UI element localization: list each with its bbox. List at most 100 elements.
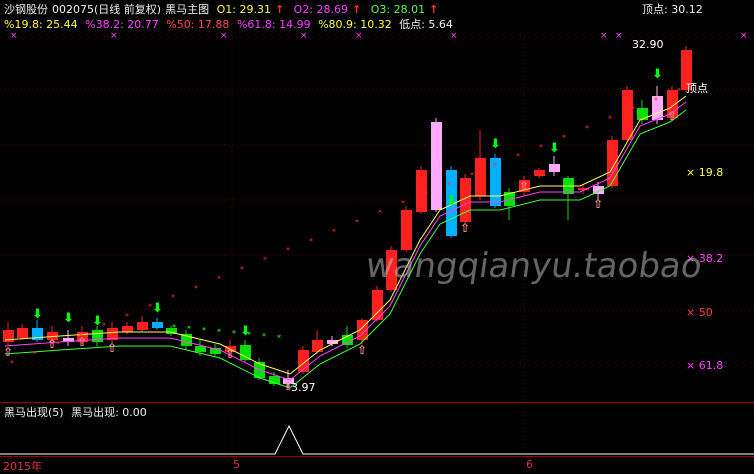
dot-marker: * <box>539 143 543 152</box>
down-arrow-icon: ⬇ <box>549 141 560 156</box>
fib-61-value: %61.8: 14.99 <box>236 18 311 31</box>
candle-body <box>152 322 163 328</box>
date-axis[interactable]: 2015年 5 6 <box>0 456 754 474</box>
candle-body <box>475 158 486 196</box>
dot-marker: * <box>172 323 176 332</box>
high-price-label: 32.90 <box>632 38 664 51</box>
up-arrow-icon: ⇧ <box>357 343 367 357</box>
down-arrow-icon: ⬇ <box>92 314 103 329</box>
candle-body <box>312 340 323 352</box>
fib-levels-row: %19.8: 25.44 %38.2: 20.77 %50: 17.88 %61… <box>4 17 457 33</box>
candle-body <box>637 108 648 120</box>
up-arrow-icon: ↑ <box>429 3 439 16</box>
low-price-label: 3.97 <box>291 381 316 394</box>
dot-marker: * <box>125 312 129 321</box>
signal-line <box>0 424 754 455</box>
up-arrow-icon: ↑ <box>352 3 362 16</box>
dot-marker: * <box>10 359 14 368</box>
down-arrow-icon: ⬇ <box>490 137 501 152</box>
dot-marker: * <box>194 284 198 293</box>
dot-marker: * <box>378 209 382 218</box>
dot-marker: * <box>493 162 497 171</box>
up-arrow-icon: ⇧ <box>593 197 603 211</box>
down-arrow-icon: ⬇ <box>63 311 74 326</box>
candle-body <box>622 90 633 140</box>
up-arrow-icon: ⇧ <box>667 109 677 123</box>
dot-marker: * <box>240 265 244 274</box>
fib-19-value: %19.8: 25.44 <box>4 18 78 31</box>
up-arrow-icon: ⇧ <box>107 341 117 355</box>
sub-panel-title[interactable]: 黑马出现(5) <box>4 405 64 421</box>
dot-marker: * <box>608 115 612 124</box>
down-arrow-icon: ⬇ <box>152 301 163 316</box>
dot-marker: * <box>277 334 281 343</box>
down-arrow-icon: ⬇ <box>652 67 663 82</box>
peak-label: 顶点 <box>686 82 708 95</box>
dot-marker: * <box>286 246 290 255</box>
up-arrow-icon: ⇧ <box>460 221 470 235</box>
peak-value-top: 顶点: 30.12 <box>642 3 703 16</box>
candle-body <box>534 170 545 176</box>
level-19-label: ⨯ 19.8 <box>686 166 724 179</box>
down-arrow-icon: ⬇ <box>240 324 251 339</box>
candle-body <box>401 210 412 250</box>
dot-marker: * <box>217 328 221 337</box>
panel-divider <box>0 402 754 403</box>
cross-marker: × <box>600 31 608 41</box>
dot-marker: * <box>470 171 474 180</box>
o1-value: O1: 29.31 <box>216 3 271 16</box>
candle-body <box>195 346 206 352</box>
low-value: 低点: 5.64 <box>399 18 453 31</box>
fib-80-value: %80.9: 10.32 <box>318 18 392 31</box>
candle-body <box>137 322 148 330</box>
dot-marker: * <box>262 332 266 341</box>
dot-marker: * <box>355 218 359 227</box>
candle-body <box>240 345 251 360</box>
stock-code: 002075 <box>52 3 94 16</box>
dot-marker: * <box>33 350 37 359</box>
dot-marker: * <box>171 293 175 302</box>
indicator-name[interactable]: 黑马主图 <box>165 2 209 18</box>
up-arrow-icon: ⇧ <box>225 347 235 361</box>
watermark-text: wangqianyu.taobao <box>363 246 705 286</box>
chart-header: 沙钢股份 002075(日线 前复权) 黑马主图 O1: 29.31 ↑ O2: 28… <box>4 2 438 18</box>
up-arrow-icon: ⇧ <box>3 345 13 359</box>
axis-month-6: 6 <box>526 458 533 471</box>
dot-marker: * <box>654 96 658 105</box>
price-mode: (日线 前复权) <box>94 3 162 16</box>
dot-marker: * <box>677 86 681 95</box>
dot-marker: * <box>332 227 336 236</box>
fib-50-value: %50: 17.88 <box>166 18 230 31</box>
up-arrow-icon: ⇧ <box>77 335 87 349</box>
fib-38-value: %38.2: 20.77 <box>85 18 159 31</box>
o3-value: O3: 28.01 <box>370 3 426 16</box>
dot-marker: * <box>562 133 566 142</box>
dot-marker: * <box>263 256 267 265</box>
dot-marker: * <box>309 237 313 246</box>
dot-marker: * <box>217 274 221 283</box>
level-61-label: ⨯ 61.8 <box>686 359 724 372</box>
dot-marker: * <box>401 199 405 208</box>
candle-body <box>372 290 383 320</box>
up-arrow-icon: ↑ <box>274 3 285 16</box>
dot-marker: * <box>232 329 236 338</box>
sub-panel-header: 黑马出现(5) 黑马出现: 0.00 <box>4 405 151 421</box>
level-50-label: ⨯ 50 <box>686 306 713 319</box>
cross-marker: × <box>740 31 748 41</box>
dot-marker: * <box>424 190 428 199</box>
down-arrow-icon: ⬇ <box>446 194 457 209</box>
candle-body <box>17 328 28 338</box>
dot-marker: * <box>202 326 206 335</box>
down-arrow-icon: ⬇ <box>32 307 43 322</box>
candle-body <box>431 122 442 210</box>
sub-panel-value: 黑马出现: 0.00 <box>71 406 147 419</box>
candle-body <box>549 164 560 172</box>
up-arrow-icon: ⇧ <box>519 179 529 193</box>
axis-month-5: 5 <box>233 458 240 471</box>
dot-marker: * <box>585 124 589 133</box>
o2-value: O2: 28.69 <box>293 3 349 16</box>
cross-marker: × <box>615 31 623 41</box>
stock-name[interactable]: 沙钢股份 <box>4 2 48 18</box>
dot-marker: * <box>187 325 191 334</box>
axis-year-label: 2015年 <box>3 460 42 473</box>
